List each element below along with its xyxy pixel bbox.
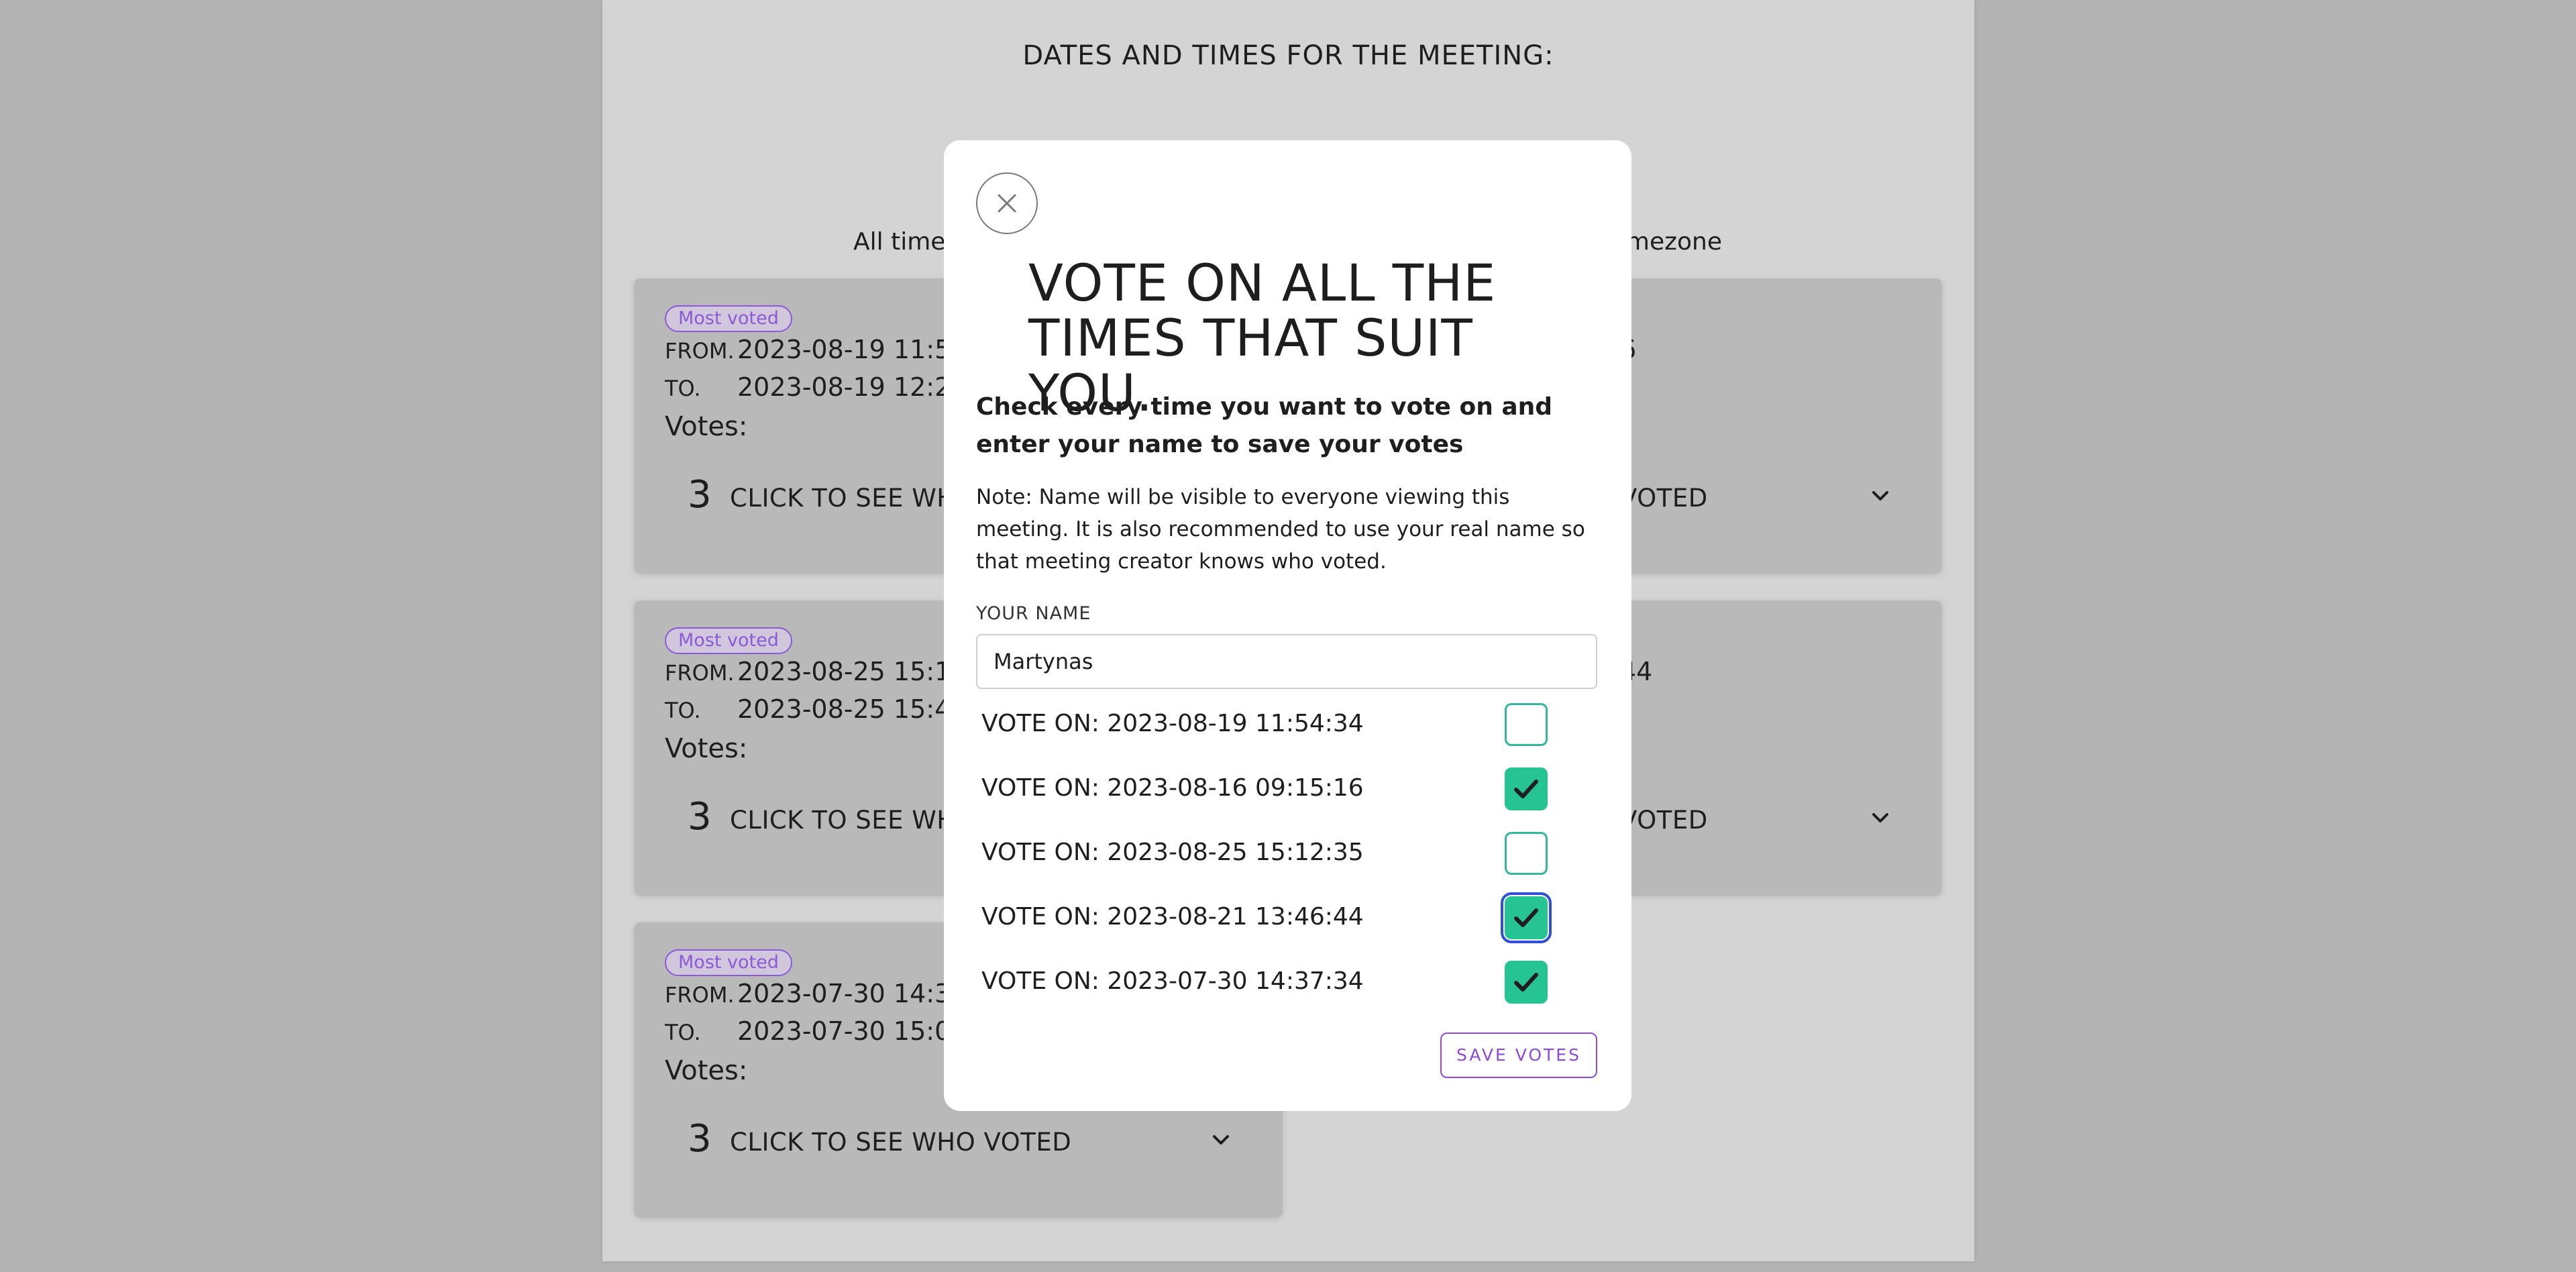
chevron-down-icon[interactable] [1867, 486, 1894, 507]
vote-checkbox[interactable] [1505, 961, 1548, 1004]
vote-count: 3 [688, 473, 712, 517]
from-value: 2023-08-19 11:54 [737, 335, 967, 364]
vote-checkbox[interactable] [1501, 892, 1552, 943]
check-icon [1514, 780, 1538, 798]
most-voted-badge: Most voted [665, 305, 792, 332]
from-label: FROM. [665, 982, 735, 1008]
chevron-down-icon[interactable] [1867, 808, 1894, 829]
vote-option-label: VOTE ON: 2023-08-19 11:54:34 [981, 710, 1364, 737]
modal-note: Note: Name will be visible to everyone v… [976, 485, 1585, 574]
save-votes-button[interactable]: SAVE VOTES [1440, 1032, 1597, 1078]
slot-from: FROM. 2023-08-25 15:12 [665, 657, 967, 686]
slot-to: TO. 2023-07-30 15:0 [665, 1016, 951, 1046]
most-voted-badge: Most voted [665, 949, 792, 976]
name-input[interactable] [976, 634, 1597, 689]
see-who-voted-toggle[interactable]: CLICK TO SEE WHO [730, 806, 975, 835]
vote-option-row[interactable]: VOTE ON: 2023-08-16 09:15:16 [976, 766, 1597, 813]
see-who-voted-toggle[interactable]: CLICK TO SEE WHO VOTED [730, 1128, 1071, 1157]
to-label: TO. [665, 376, 701, 401]
vote-count: 3 [688, 795, 712, 839]
vote-option-label: VOTE ON: 2023-08-16 09:15:16 [981, 774, 1364, 802]
vote-checkbox[interactable] [1505, 703, 1548, 746]
votes-label: Votes: [665, 411, 748, 442]
modal-subtitle: Check every time you want to vote on and… [976, 393, 1553, 458]
chevron-down-icon[interactable] [1208, 1130, 1234, 1151]
close-icon [998, 194, 1016, 213]
see-who-voted-tail[interactable]: VOTED [1620, 484, 1708, 513]
to-value: 2023-07-30 15:0 [737, 1016, 951, 1046]
from-value: 2023-08-25 15:12 [737, 657, 967, 686]
slot-from: FROM. 2023-08-19 11:54 [665, 335, 967, 364]
vote-option-row[interactable]: VOTE ON: 2023-08-25 15:12:35 [976, 831, 1597, 878]
from-label: FROM. [665, 338, 735, 364]
see-who-voted-tail[interactable]: VOTED [1620, 806, 1708, 835]
vote-count: 3 [688, 1117, 712, 1161]
vote-option-label: VOTE ON: 2023-07-30 14:37:34 [981, 967, 1364, 995]
vote-checkbox[interactable] [1505, 767, 1548, 810]
timezone-note-left: All times [853, 228, 959, 256]
vote-option-row[interactable]: VOTE ON: 2023-07-30 14:37:34 [976, 959, 1597, 1006]
vote-option-label: VOTE ON: 2023-08-21 13:46:44 [981, 903, 1364, 931]
see-who-voted-toggle[interactable]: CLICK TO SEE WHO [730, 484, 975, 513]
slot-to: TO. 2023-08-25 15:4 [665, 694, 951, 724]
to-value: 2023-08-19 12:24 [737, 372, 967, 402]
vote-checkbox[interactable] [1505, 832, 1548, 875]
vote-option-row[interactable]: VOTE ON: 2023-08-19 11:54:34 [976, 702, 1597, 749]
name-label: YOUR NAME [976, 603, 1091, 624]
page-heading: DATES AND TIMES FOR THE MEETING: [1022, 40, 1554, 71]
slot-to: TO. 2023-08-19 12:24 [665, 372, 967, 402]
vote-option-label: VOTE ON: 2023-08-25 15:12:35 [981, 839, 1364, 866]
vote-modal: VOTE ON ALL THE TIMES THAT SUIT YOU. Che… [944, 140, 1631, 1111]
check-icon [1514, 973, 1538, 992]
to-label: TO. [665, 1020, 701, 1045]
from-value: 2023-07-30 14:37 [737, 979, 967, 1008]
votes-label: Votes: [665, 733, 748, 764]
check-icon [1514, 908, 1538, 927]
vote-option-row[interactable]: VOTE ON: 2023-08-21 13:46:44 [976, 892, 1597, 943]
to-value: 2023-08-25 15:4 [737, 694, 951, 724]
votes-label: Votes: [665, 1055, 748, 1086]
from-label: FROM. [665, 660, 735, 686]
to-label: TO. [665, 698, 701, 723]
most-voted-badge: Most voted [665, 627, 792, 654]
timezone-note-right: imezone [1619, 228, 1722, 256]
slot-from: FROM. 2023-07-30 14:37 [665, 979, 967, 1008]
close-button[interactable] [976, 172, 1038, 234]
